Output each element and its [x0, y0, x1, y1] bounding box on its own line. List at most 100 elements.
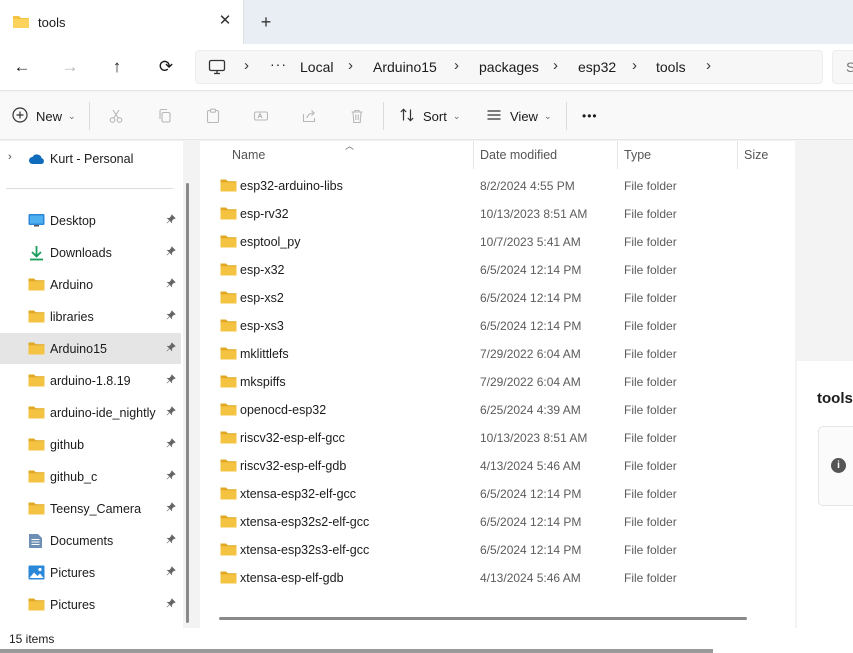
up-icon[interactable]: ↑ — [103, 54, 131, 80]
sidebar-scrollbar[interactable] — [186, 183, 190, 627]
pin-icon[interactable] — [166, 502, 176, 515]
column-header-name[interactable]: Name — [232, 148, 265, 162]
breadcrumb-esp32[interactable]: esp32 — [578, 59, 616, 75]
pin-icon[interactable] — [166, 374, 176, 387]
back-icon[interactable]: ← — [8, 54, 36, 80]
sidebar-item-arduino15[interactable]: Arduino15 — [0, 333, 181, 364]
scrollbar-thumb[interactable] — [186, 183, 189, 623]
folder-icon — [220, 402, 237, 419]
file-type: File folder — [624, 543, 677, 557]
file-type: File folder — [624, 263, 677, 277]
sidebar-item-documents[interactable]: Documents — [0, 525, 181, 556]
file-type: File folder — [624, 235, 677, 249]
breadcrumb-local[interactable]: Local — [300, 59, 333, 75]
file-row[interactable]: xtensa-esp32s2-elf-gcc 6/5/2024 12:14 PM F… — [200, 507, 795, 535]
pin-icon[interactable] — [166, 438, 176, 451]
pin-icon[interactable] — [166, 246, 176, 259]
chevron-right-icon[interactable]: › — [706, 57, 711, 74]
computer-icon[interactable] — [208, 59, 226, 78]
file-row[interactable]: mkspiffs 7/29/2022 6:04 AM File folder — [200, 367, 795, 395]
refresh-icon[interactable]: ⟳ — [152, 54, 180, 80]
column-divider[interactable] — [617, 141, 618, 169]
sidebar-item-arduino-1-8-19[interactable]: arduino-1.8.19 — [0, 365, 181, 396]
pin-icon[interactable] — [166, 278, 176, 291]
pin-icon[interactable] — [166, 598, 176, 611]
pin-icon[interactable] — [166, 406, 176, 419]
column-header-type[interactable]: Type — [624, 148, 651, 162]
breadcrumb-tools[interactable]: tools — [656, 59, 686, 75]
file-row[interactable]: esp32-arduino-libs 8/2/2024 4:55 PM File f… — [200, 171, 795, 199]
breadcrumb-overflow[interactable]: ··· — [270, 56, 287, 72]
tab-tools[interactable]: tools ✕ — [0, 0, 244, 44]
folder-icon — [220, 234, 237, 251]
delete-icon[interactable] — [349, 104, 365, 128]
close-tab-icon[interactable]: ✕ — [215, 11, 235, 31]
pin-icon[interactable] — [166, 470, 176, 483]
file-row[interactable]: openocd-esp32 6/25/2024 4:39 AM File folde… — [200, 395, 795, 423]
file-row[interactable]: esptool_py 10/7/2023 5:41 AM File folder — [200, 227, 795, 255]
copy-icon[interactable] — [157, 104, 173, 128]
chevron-right-icon[interactable]: › — [8, 151, 12, 163]
column-header-size[interactable]: Size — [744, 148, 768, 162]
file-row[interactable]: xtensa-esp-elf-gdb 4/13/2024 5:46 AM File … — [200, 563, 795, 591]
column-header-date[interactable]: Date modified — [480, 148, 557, 162]
column-divider[interactable] — [473, 141, 474, 169]
sidebar-item-arduino-ide-nightly[interactable]: arduino-ide_nightly — [0, 397, 181, 428]
file-row[interactable]: mklittlefs 7/29/2022 6:04 AM File folder — [200, 339, 795, 367]
rename-icon[interactable] — [253, 104, 269, 128]
folder-icon — [220, 458, 237, 475]
file-row[interactable]: esp-xs3 6/5/2024 12:14 PM File folder — [200, 311, 795, 339]
folder-icon — [28, 373, 45, 390]
file-row[interactable]: xtensa-esp32s3-elf-gcc 6/5/2024 12:14 PM F… — [200, 535, 795, 563]
pin-icon[interactable] — [166, 310, 176, 323]
file-row[interactable]: esp-xs2 6/5/2024 12:14 PM File folder — [200, 283, 795, 311]
pin-icon[interactable] — [166, 214, 176, 227]
sidebar-item-pictures[interactable]: Pictures — [0, 557, 181, 588]
breadcrumb-arduino15[interactable]: Arduino15 — [373, 59, 437, 75]
new-button[interactable]: New ⌄ — [12, 104, 76, 128]
paste-icon[interactable] — [205, 104, 221, 128]
sidebar-item-label: Documents — [50, 534, 114, 548]
sidebar-item-github[interactable]: github — [0, 429, 181, 460]
horizontal-scrollbar[interactable] — [219, 617, 747, 620]
file-date: 8/2/2024 4:55 PM — [480, 179, 575, 193]
sort-button[interactable]: Sort ⌄ — [399, 104, 460, 128]
chevron-right-icon[interactable]: › — [632, 57, 637, 74]
address-bar[interactable]: › ··· Local › Arduino15 › packages › esp… — [195, 50, 823, 84]
search-input[interactable]: S — [832, 50, 853, 84]
file-row[interactable]: xtensa-esp32-elf-gcc 6/5/2024 12:14 PM Fil… — [200, 479, 795, 507]
sidebar-item-onedrive[interactable]: › Kurt - Personal — [0, 143, 181, 174]
share-icon[interactable] — [301, 104, 317, 128]
breadcrumb-packages[interactable]: packages — [479, 59, 539, 75]
cut-icon[interactable] — [108, 104, 124, 128]
pin-icon[interactable] — [166, 534, 176, 547]
pin-icon[interactable] — [166, 566, 176, 579]
pin-icon[interactable] — [166, 342, 176, 355]
column-divider[interactable] — [737, 141, 738, 169]
view-button[interactable]: View ⌄ — [486, 104, 552, 128]
sidebar-item-pictures[interactable]: Pictures — [0, 589, 181, 620]
file-row[interactable]: riscv32-esp-elf-gcc 10/13/2023 8:51 AM Fil… — [200, 423, 795, 451]
folder-icon — [220, 542, 237, 559]
chevron-right-icon[interactable]: › — [348, 57, 353, 74]
sidebar-item-desktop[interactable]: Desktop — [0, 205, 181, 236]
sidebar-item-arduino[interactable]: Arduino — [0, 269, 181, 300]
sidebar-item-teensy-camera[interactable]: Teensy_Camera — [0, 493, 181, 524]
file-row[interactable]: esp-x32 6/5/2024 12:14 PM File folder — [200, 255, 795, 283]
chevron-right-icon[interactable]: › — [454, 57, 459, 74]
sidebar-item-github-c[interactable]: github_c — [0, 461, 181, 492]
file-date: 6/5/2024 12:14 PM — [480, 263, 582, 277]
view-icon — [486, 107, 502, 126]
sidebar-item-downloads[interactable]: Downloads — [0, 237, 181, 268]
file-row[interactable]: riscv32-esp-elf-gdb 4/13/2024 5:46 AM File… — [200, 451, 795, 479]
sidebar-item-libraries[interactable]: libraries — [0, 301, 181, 332]
sidebar-divider — [6, 188, 173, 189]
forward-icon[interactable]: → — [56, 54, 84, 80]
more-options-icon[interactable]: ••• — [582, 104, 598, 128]
file-date: 7/29/2022 6:04 AM — [480, 347, 581, 361]
chevron-right-icon[interactable]: › — [553, 57, 558, 74]
chevron-right-icon[interactable]: › — [244, 57, 249, 74]
file-date: 6/5/2024 12:14 PM — [480, 319, 582, 333]
new-tab-button[interactable]: + — [255, 11, 277, 33]
file-row[interactable]: esp-rv32 10/13/2023 8:51 AM File folder — [200, 199, 795, 227]
